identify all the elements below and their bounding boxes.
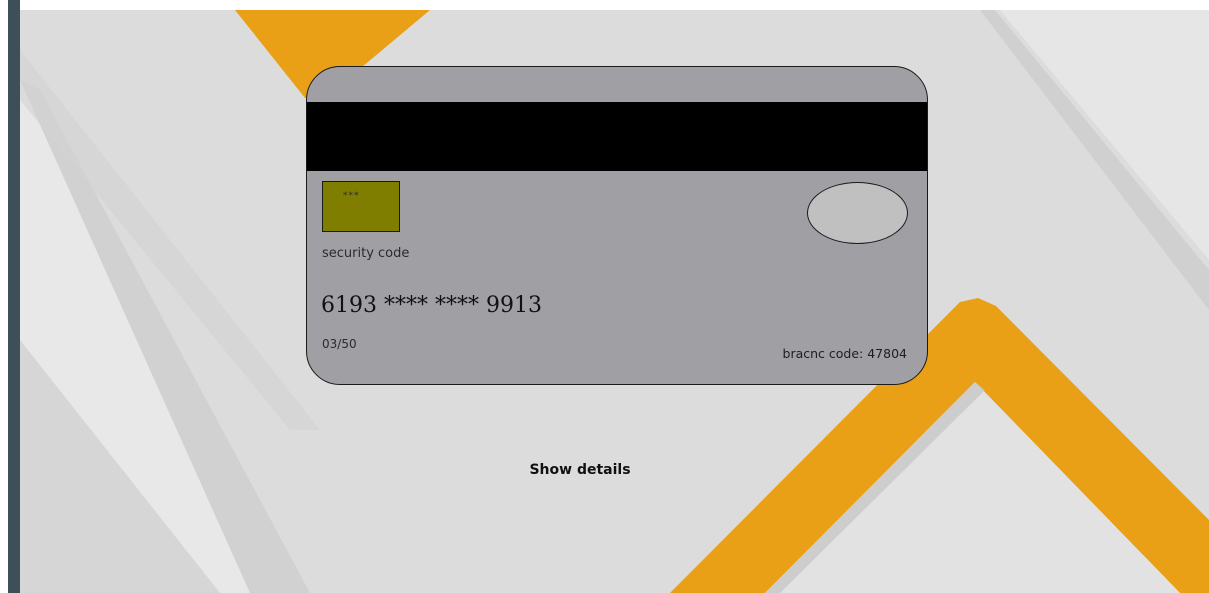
left-edge-bar xyxy=(8,0,20,593)
security-code-label: security code xyxy=(322,246,410,261)
card-preview-area: *** security code 6193 **** **** 9913 03… xyxy=(20,10,1209,593)
credit-card-back: *** security code 6193 **** **** 9913 03… xyxy=(306,66,928,385)
hologram-oval xyxy=(807,182,908,244)
expiry-date: 03/50 xyxy=(322,337,357,351)
show-details-button[interactable]: Show details xyxy=(505,462,655,478)
card-number: 6193 **** **** 9913 xyxy=(321,293,542,318)
branch-code: bracnc code: 47804 xyxy=(782,346,907,361)
security-code-box: *** xyxy=(322,181,400,232)
security-code-value: *** xyxy=(343,191,360,201)
app-window: *** security code 6193 **** **** 9913 03… xyxy=(0,0,1209,593)
magnetic-stripe xyxy=(307,102,927,171)
